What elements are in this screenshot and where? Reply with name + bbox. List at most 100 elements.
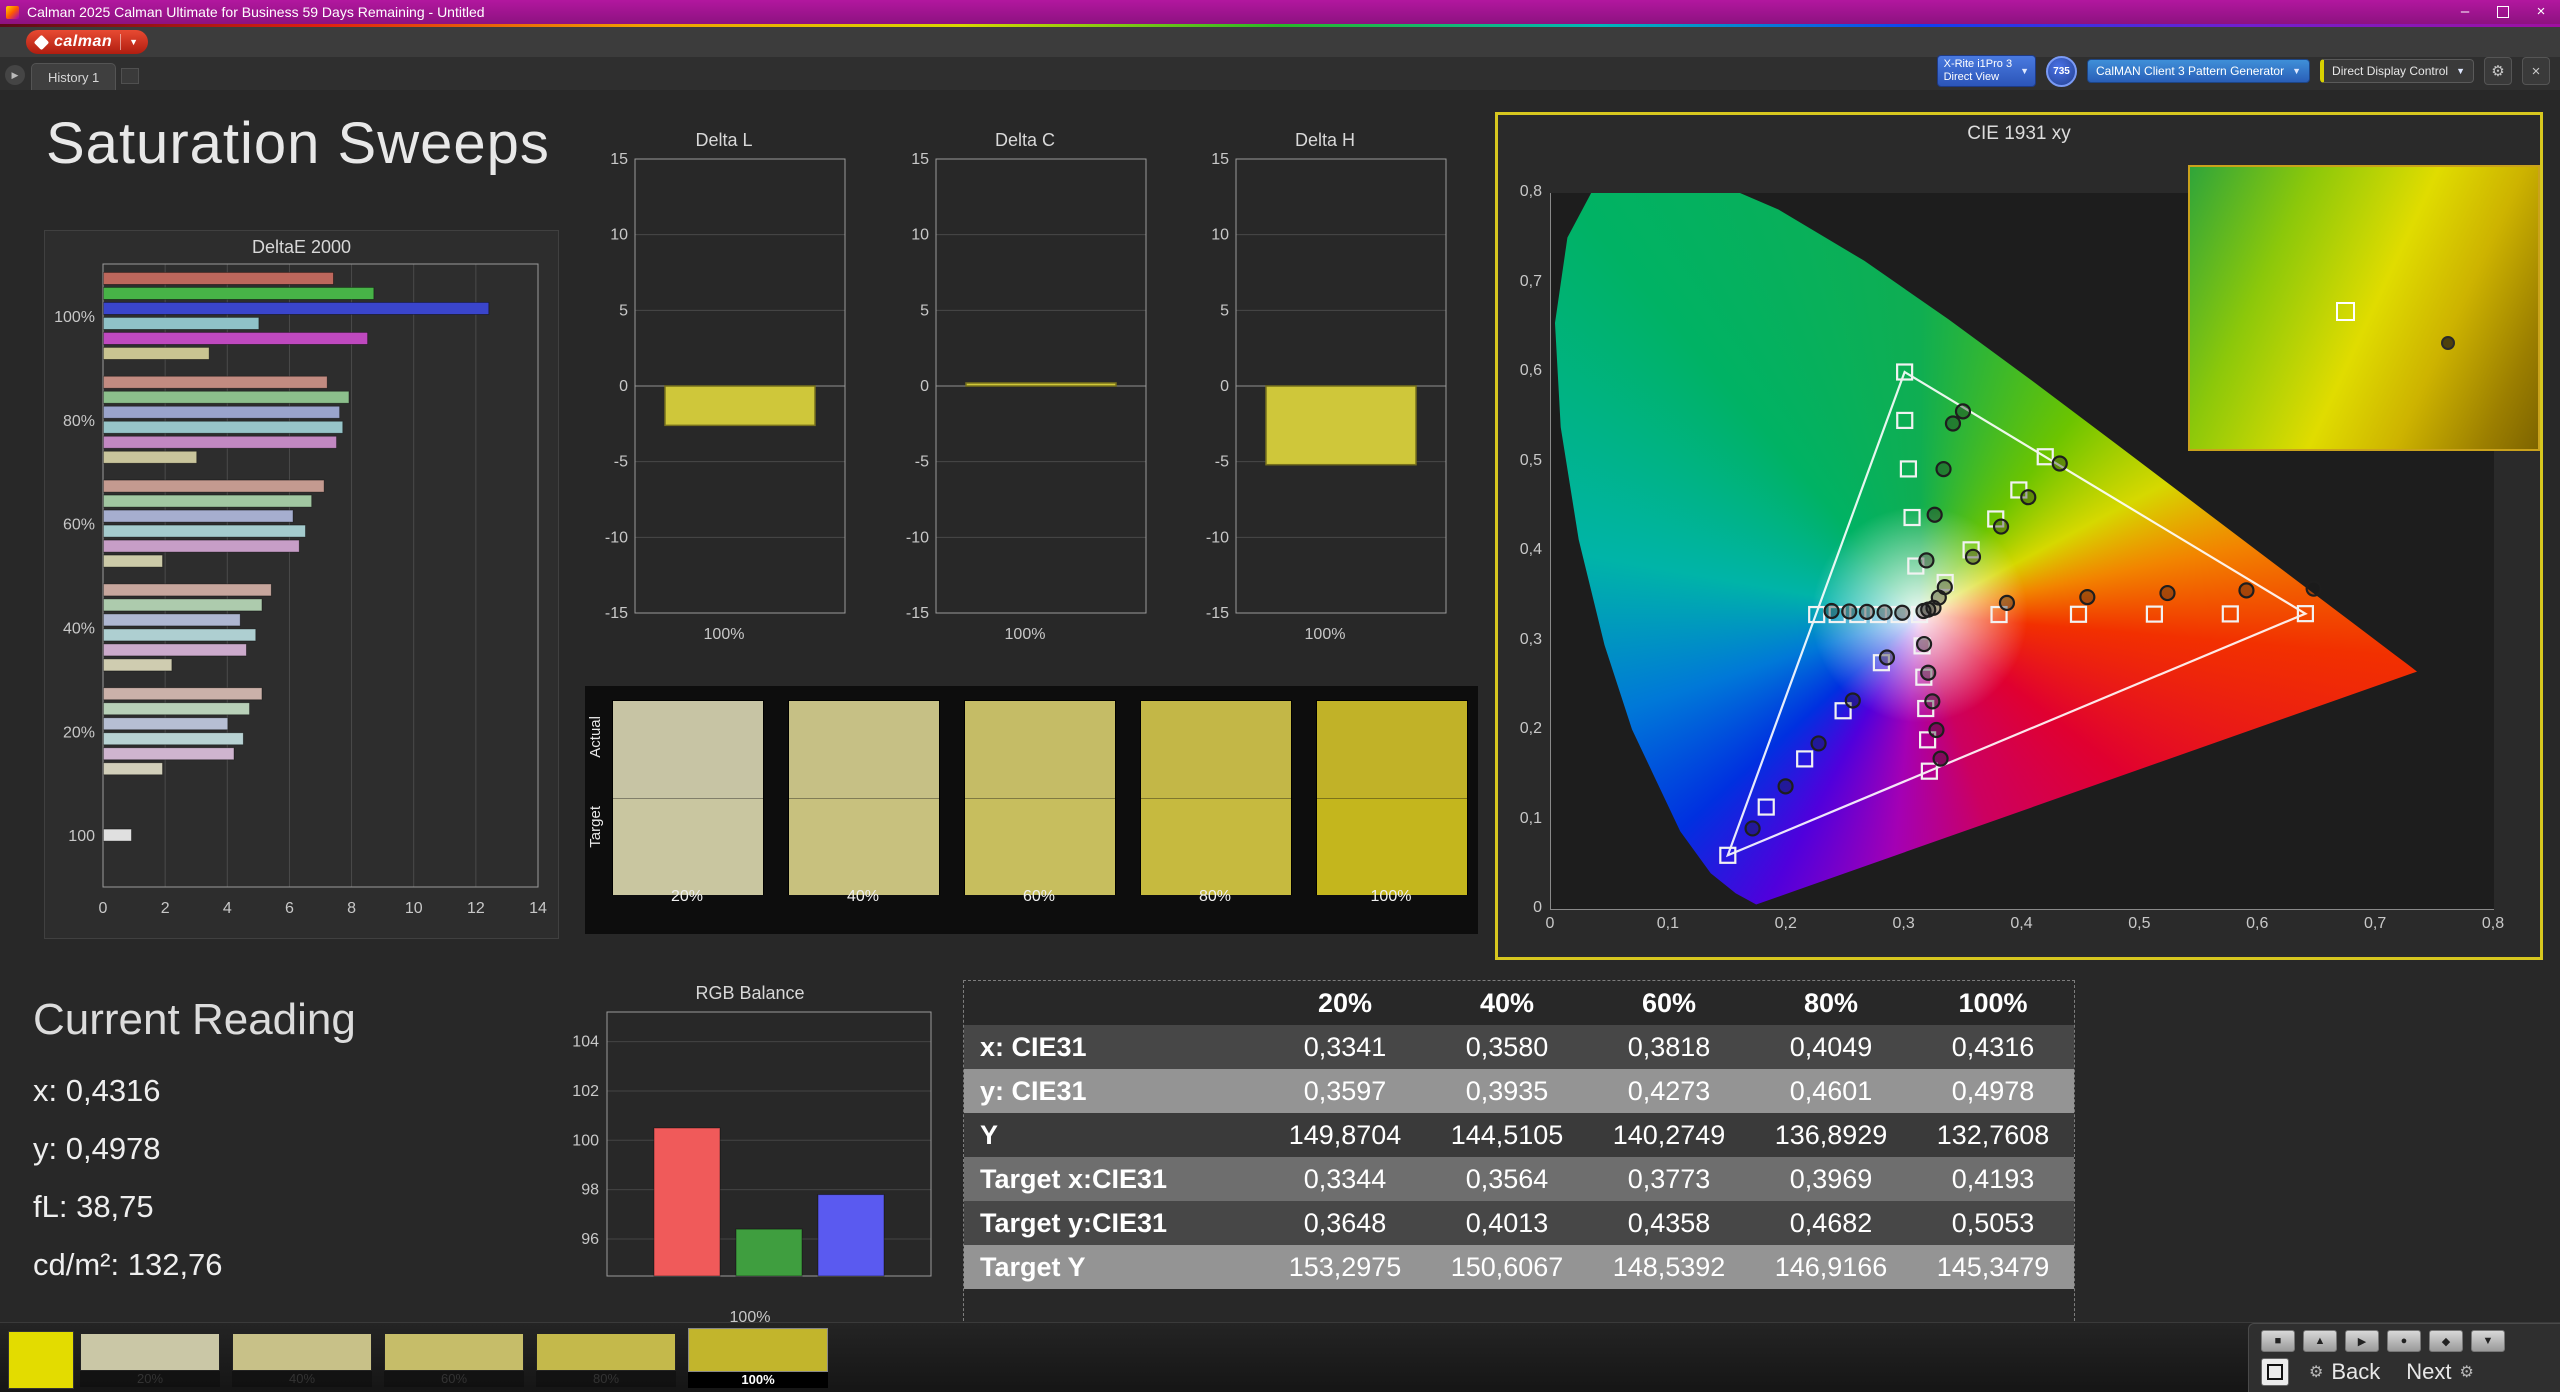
titlebar: Calman 2025 Calman Ultimate for Business… [0, 0, 2560, 24]
screen-button[interactable]: ■ [2261, 1330, 2295, 1352]
current-reading-title: Current Reading [33, 995, 356, 1044]
display-control-button[interactable]: Direct Display Control ▼ [2320, 59, 2474, 83]
measured-point [1964, 548, 1982, 565]
bottom-swatch-100%[interactable]: 100% [688, 1328, 828, 1388]
table-cell: 0,3935 [1465, 1075, 1549, 1106]
minimize-button[interactable]: – [2446, 0, 2484, 24]
delta-c-chart-title: Delta C [994, 130, 1056, 150]
table-column-header: 80% [1803, 987, 1859, 1018]
table-cell: 0,3344 [1303, 1163, 1387, 1194]
cie-y-tick: 0,5 [1519, 451, 1542, 469]
next-button[interactable]: Next ⚙ [2400, 1358, 2480, 1386]
table-cell: 0,3341 [1303, 1031, 1387, 1062]
new-tab-button[interactable] [121, 68, 140, 84]
record-button[interactable]: ● [2387, 1330, 2421, 1352]
table-cell: 0,4358 [1627, 1207, 1711, 1238]
actual-row-label: Actual [587, 716, 604, 758]
pattern-generator-button[interactable]: CalMAN Client 3 Pattern Generator ▼ [2087, 59, 2311, 83]
swatch-label: 80% [1198, 888, 1232, 905]
meter-mode: Direct View [1943, 71, 2000, 83]
tab-history-1[interactable]: History 1 [31, 63, 117, 90]
deltae2000-chart-title: DeltaE 2000 [251, 237, 352, 257]
measured-point [1926, 506, 1943, 523]
meter-select-button[interactable]: X-Rite i1Pro 3 Direct View ▼ [1936, 55, 2037, 87]
gear-icon: ⚙ [2491, 63, 2505, 80]
marker-button[interactable]: ◆ [2429, 1330, 2463, 1352]
svg-text:0: 0 [920, 378, 929, 395]
measured-point [1894, 604, 1911, 621]
chevron-down-icon: ▼ [129, 37, 139, 47]
triangle-down-icon: ▼ [2482, 1335, 2494, 1347]
saturation-swatch-80% [1140, 700, 1292, 895]
deltae-bar [103, 598, 263, 612]
triangle-down-button[interactable]: ▼ [2471, 1330, 2505, 1352]
table-column-header: 100% [1958, 987, 2028, 1018]
svg-text:-15: -15 [1206, 605, 1229, 621]
saturation-swatch-60% [964, 700, 1116, 895]
target-point [2145, 605, 2164, 623]
delta-bar [965, 382, 1117, 387]
delta-h-chart: 15 10 5 0 -5 -10 -15 [1206, 151, 1447, 622]
table-row: Target Y 153,2975 150,6067 148,5392 146,9166… [964, 1245, 2074, 1289]
table-cell: 132,7608 [1936, 1119, 2050, 1150]
triangle-up-icon: ▲ [2314, 1335, 2326, 1347]
play-button[interactable]: ▶ [2345, 1330, 2379, 1352]
workspace: Saturation Sweeps DeltaE 2000 0 2 4 6 8 10 12 1… [0, 90, 2560, 1326]
cie-y-tick: 0,1 [1519, 809, 1542, 827]
delta-bar [664, 385, 816, 427]
table-cell: 144,5105 [1450, 1119, 1564, 1150]
record-icon: ● [2400, 1335, 2408, 1347]
target-point [2221, 605, 2239, 623]
disconnect-button[interactable]: × [2522, 57, 2550, 85]
actual-color [1317, 701, 1467, 799]
table-cell: 0,4978 [1951, 1075, 2035, 1106]
deltae-bar [103, 375, 328, 389]
gear-icon: ⚙ [2459, 1364, 2474, 1381]
actual-target-swatch-strip: Actual Target 20% 40% 60% 80% 100% [585, 686, 1478, 934]
table-row: Target y:CIE31 0,3648 0,4013 0,4358 0,4682 0,… [964, 1201, 2074, 1245]
close-button[interactable]: × [2522, 0, 2560, 24]
table-cell: 149,8704 [1288, 1119, 1402, 1150]
deltae-bar [103, 828, 132, 842]
deltae-bar [103, 658, 173, 672]
history-nav-button[interactable]: ▶ [5, 65, 25, 85]
measured-point [1954, 403, 1972, 420]
stop-button[interactable] [2261, 1358, 2289, 1386]
svg-text:10: 10 [610, 227, 628, 244]
bottom-swatch-80%[interactable]: 80% [536, 1333, 676, 1387]
delta-l-chart: 15 10 5 0 -5 -10 -15 [605, 151, 846, 622]
saturation-swatch-20% [612, 700, 764, 895]
bottom-swatch-20%[interactable]: 20% [80, 1333, 220, 1387]
table-row: Target x:CIE31 0,3344 0,3564 0,3773 0,3969 0,… [964, 1157, 2074, 1201]
svg-text:0: 0 [1220, 378, 1229, 395]
meter-status-badge[interactable]: 735 [2046, 55, 2078, 87]
svg-text:40%: 40% [63, 620, 95, 637]
next-button-label: Next [2406, 1359, 2452, 1384]
deltae-bar [103, 332, 369, 345]
target-color [965, 798, 1115, 895]
table-cell: 0,4273 [1627, 1075, 1711, 1106]
deltae-bar [103, 702, 250, 716]
measured-point [1928, 721, 1945, 739]
cie-x-tick: 0,1 [1656, 915, 1679, 932]
svg-text:100: 100 [68, 828, 95, 845]
deltae-bar [103, 494, 313, 508]
cie-x-tick: 0,8 [2481, 915, 2505, 932]
deltae2000-chart-panel: DeltaE 2000 0 2 4 6 8 10 12 14 100% 80% 60% 40% 20% 1… [44, 230, 559, 939]
maximize-button[interactable] [2484, 0, 2522, 24]
triangle-up-button[interactable]: ▲ [2303, 1330, 2337, 1352]
settings-gear-button[interactable]: ⚙ [2484, 57, 2512, 85]
target-point [1903, 508, 1921, 527]
bottom-swatch-40%[interactable]: 40% [232, 1333, 372, 1387]
calman-menu-button[interactable]: calman ▼ [26, 30, 149, 54]
back-button[interactable]: ⚙ Back [2303, 1358, 2386, 1386]
calman-logo-text: calman [54, 33, 113, 50]
cie-y-tick: 0,8 [1519, 183, 1542, 200]
deltae-bar [103, 390, 350, 404]
cie-y-tick: 0,7 [1519, 272, 1542, 290]
svg-text:100: 100 [572, 1132, 599, 1149]
deltae-bar [103, 435, 337, 449]
reading-x: x: 0,4316 [33, 1073, 161, 1108]
target-point [1899, 460, 1917, 478]
bottom-swatch-60%[interactable]: 60% [384, 1333, 524, 1387]
